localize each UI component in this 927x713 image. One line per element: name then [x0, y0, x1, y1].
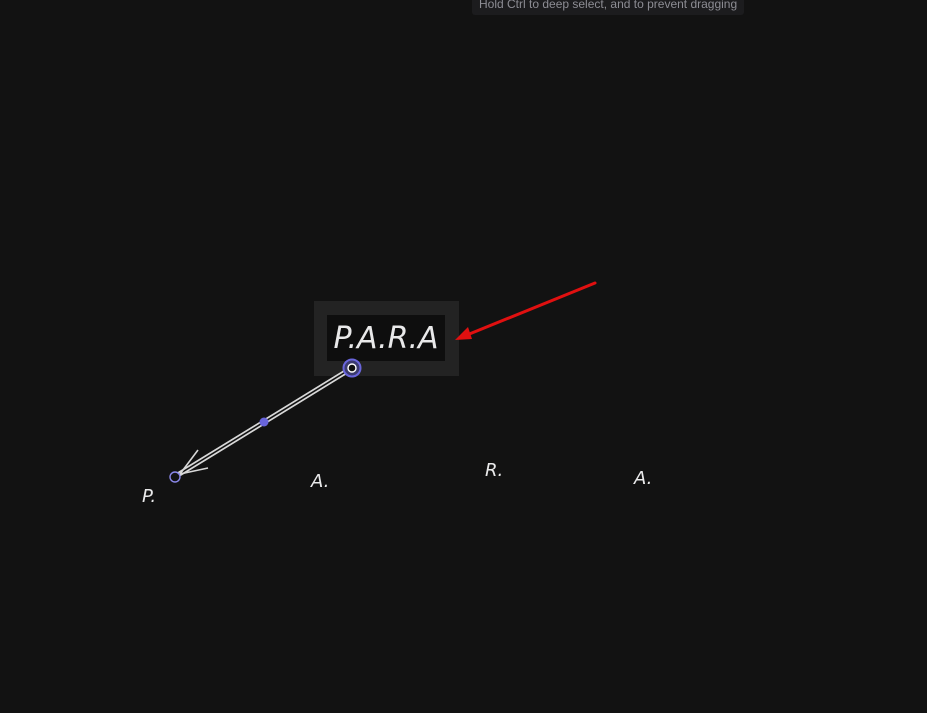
para-title-text[interactable]: P.A.R.A — [333, 321, 438, 356]
selected-arrow[interactable] — [169, 358, 362, 483]
canvas-label-p[interactable]: P. — [142, 486, 156, 507]
arrow-handle-mid-icon[interactable] — [259, 417, 269, 427]
canvas-label-a2[interactable]: A. — [633, 468, 652, 489]
red-annotation-arrow — [455, 281, 597, 340]
canvas-elements: P.A.R.A P. A. R. A. — [142, 281, 652, 507]
arrow-handle-start-inner — [347, 363, 357, 373]
red-arrow-shaft — [460, 281, 597, 339]
arrow-handle-end-icon[interactable] — [169, 471, 181, 483]
canvas-label-r[interactable]: R. — [485, 460, 503, 481]
selected-text-element[interactable]: P.A.R.A — [314, 301, 459, 376]
canvas-label-a1[interactable]: A. — [310, 471, 329, 492]
